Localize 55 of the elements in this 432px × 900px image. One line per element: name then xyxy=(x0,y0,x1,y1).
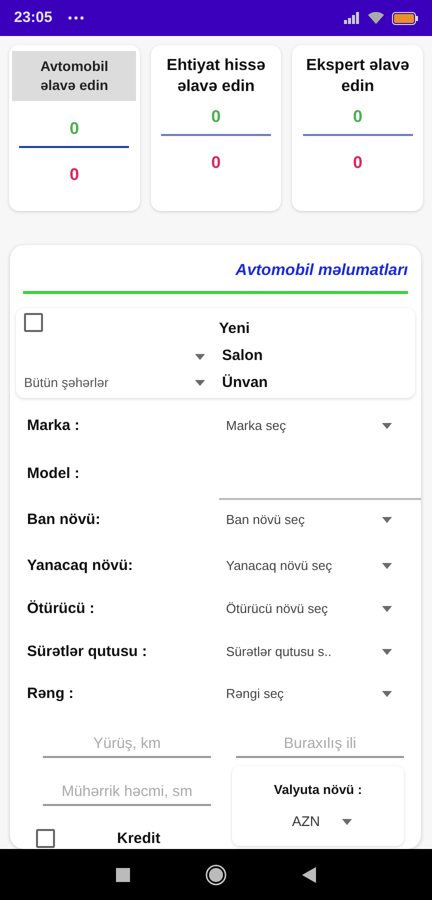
card-title: Ekspert əlavə edin xyxy=(305,56,410,97)
checkbox[interactable] xyxy=(36,829,55,848)
dropdown-caret-icon xyxy=(382,649,392,655)
signal-icon xyxy=(344,12,360,24)
count-value: 0 xyxy=(352,106,362,128)
status-time: 23:05 xyxy=(14,8,52,28)
card-title: Ehtiyat hissə əlavə edin xyxy=(166,56,266,97)
back-icon[interactable] xyxy=(302,866,316,882)
section-title: Avtomobil məlumatları xyxy=(236,261,408,281)
count-value: 0 xyxy=(211,152,221,174)
dropdown-caret-icon xyxy=(342,818,352,824)
address-label: Ünvan xyxy=(221,372,269,393)
card-title: Avtomobil əlavə edin xyxy=(12,51,136,101)
count-value: 0 xyxy=(70,164,80,186)
currency-label: Valyuta növü : xyxy=(274,781,362,799)
engine-input[interactable]: Mühərrik həcmi, sm xyxy=(43,778,211,806)
wifi-icon xyxy=(368,12,384,24)
more-dots-icon xyxy=(68,16,84,20)
field-label: Sürətlər qutusu : xyxy=(26,642,148,662)
summary-card[interactable]: Avtomobil əlavə edin 0 0 xyxy=(9,45,140,211)
field-label: Yanacaq növü: xyxy=(26,556,134,576)
field-label: Rəng : xyxy=(26,684,75,704)
dropdown-caret-icon xyxy=(382,517,392,523)
field-label: Ban növü: xyxy=(26,510,102,530)
salon-label: Salon xyxy=(221,346,264,366)
dropdown-caret-icon xyxy=(382,563,392,569)
count-value: 0 xyxy=(211,106,221,128)
summary-card[interactable]: Ehtiyat hissə əlavə edin 0 0 xyxy=(150,45,282,211)
home-icon[interactable] xyxy=(205,864,227,886)
field-label: Marka : xyxy=(26,416,81,436)
count-value: 0 xyxy=(352,152,362,174)
mileage-input[interactable]: Yürüş, km xyxy=(43,730,211,758)
battery-icon xyxy=(392,12,418,24)
field-label: Ötürücü : xyxy=(26,598,96,619)
dropdown[interactable]: Yanacaq növü seç xyxy=(219,554,408,578)
recents-icon[interactable] xyxy=(116,868,130,882)
field-label: Model : xyxy=(26,464,80,484)
dropdown[interactable]: Marka seç xyxy=(219,414,408,438)
dropdown[interactable]: Rəngi seç xyxy=(219,682,408,706)
dropdown-caret-icon xyxy=(382,423,392,429)
dropdown[interactable]: Sürətlər qutusu s.. xyxy=(219,640,408,664)
year-input[interactable]: Buraxılış ili xyxy=(236,730,404,758)
checkbox-label: Yeni xyxy=(219,319,251,340)
dropdown-caret-icon xyxy=(195,380,205,386)
checkbox[interactable] xyxy=(24,313,43,332)
dropdown-caret-icon xyxy=(382,606,392,612)
summary-card[interactable]: Ekspert əlavə edin 0 0 xyxy=(292,45,424,211)
dropdown-caret-icon xyxy=(195,354,205,360)
city-dropdown[interactable]: Bütün şəhərlər xyxy=(16,373,219,393)
currency-dropdown[interactable]: AZN xyxy=(284,812,352,832)
dropdown-caret-icon xyxy=(382,691,392,697)
count-value: 0 xyxy=(70,118,80,140)
dropdown[interactable]: Ötürücü növü seç xyxy=(219,597,408,621)
dropdown[interactable]: Ban növü seç xyxy=(219,508,408,532)
checkbox-label: Kredit xyxy=(117,830,160,847)
